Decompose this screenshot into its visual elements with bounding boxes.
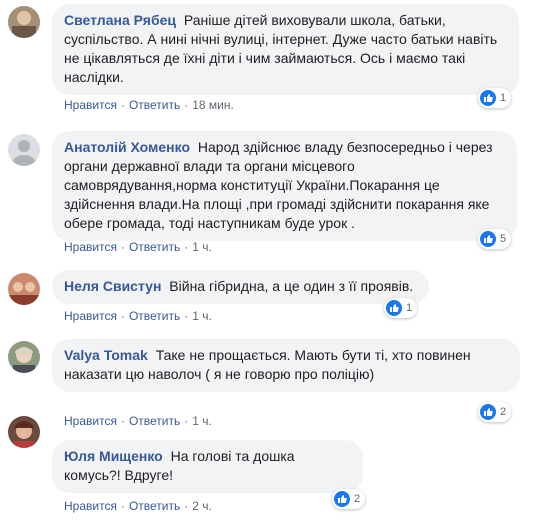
avatar[interactable]: [8, 134, 40, 166]
reaction-count[interactable]: 1: [478, 88, 512, 108]
reaction-count[interactable]: 2: [332, 489, 366, 509]
reaction-count[interactable]: 2: [478, 402, 512, 422]
like-button[interactable]: Нравится: [64, 499, 117, 513]
comment-author[interactable]: Анатолій Хоменко: [64, 139, 190, 155]
like-button[interactable]: Нравится: [64, 240, 117, 254]
separator: ·: [184, 240, 189, 254]
avatar[interactable]: [8, 416, 40, 448]
reply-button[interactable]: Ответить: [129, 499, 180, 513]
separator: ·: [184, 499, 189, 513]
like-button[interactable]: Нравится: [64, 414, 117, 428]
reply-button[interactable]: Ответить: [129, 240, 180, 254]
comment-bubble: Светлана Рябец Раніше дітей виховували ш…: [52, 4, 519, 95]
reply-button[interactable]: Ответить: [129, 98, 180, 112]
comment-bubble: Неля Свистун Війна гібридна, а це один з…: [52, 270, 429, 304]
separator: ·: [120, 240, 125, 254]
avatar[interactable]: [8, 273, 40, 305]
reply-button[interactable]: Ответить: [129, 414, 180, 428]
separator: ·: [184, 309, 189, 323]
like-icon: [480, 231, 496, 247]
like-icon: [334, 491, 350, 507]
reaction-number: 1: [500, 92, 507, 104]
like-icon: [480, 404, 496, 420]
separator: ·: [184, 414, 189, 428]
reaction-number: 5: [500, 233, 507, 245]
comment-author[interactable]: Светлана Рябец: [64, 12, 176, 28]
comment-author[interactable]: Неля Свистун: [64, 278, 161, 294]
reaction-count[interactable]: 1: [384, 298, 418, 318]
reaction-number: 2: [500, 406, 507, 418]
avatar[interactable]: [8, 341, 40, 373]
separator: ·: [120, 98, 125, 112]
comment-author[interactable]: Valya Tomak: [64, 347, 148, 363]
separator: ·: [120, 499, 125, 513]
reply-button[interactable]: Ответить: [129, 309, 180, 323]
reaction-number: 2: [354, 493, 361, 505]
like-button[interactable]: Нравится: [64, 309, 117, 323]
reaction-count[interactable]: 5: [478, 229, 512, 249]
comment-bubble: Анатолій Хоменко Народ здійснює владу бе…: [52, 131, 517, 241]
comment-bubble: Юля Мищенко На голові та дошка комусь?! …: [52, 440, 363, 493]
comment-actions: Нравится · Ответить · 18 мин.: [64, 98, 234, 112]
separator: ·: [120, 309, 125, 323]
reaction-number: 1: [406, 302, 413, 314]
comment-author[interactable]: Юля Мищенко: [64, 448, 163, 464]
like-button[interactable]: Нравится: [64, 98, 117, 112]
comment-time[interactable]: 2 ч.: [192, 499, 212, 513]
separator: ·: [184, 98, 189, 112]
comment-time[interactable]: 1 ч.: [192, 240, 212, 254]
separator: ·: [120, 414, 125, 428]
comment-time[interactable]: 18 мин.: [192, 98, 234, 112]
comment-actions: Нравится · Ответить · 1 ч.: [64, 414, 212, 428]
comment-time[interactable]: 1 ч.: [192, 414, 212, 428]
like-icon: [386, 300, 402, 316]
comment-bubble: Valya Tomak Таке не прощається. Мають бу…: [52, 339, 520, 392]
comment-actions: Нравится · Ответить · 1 ч.: [64, 240, 212, 254]
comment-time[interactable]: 1 ч.: [192, 309, 212, 323]
like-icon: [480, 90, 496, 106]
comment-actions: Нравится · Ответить · 1 ч.: [64, 309, 212, 323]
avatar[interactable]: [8, 6, 40, 38]
comment-actions: Нравится · Ответить · 2 ч.: [64, 499, 212, 513]
comment-text: Війна гібридна, а це один з її проявів.: [169, 278, 414, 294]
